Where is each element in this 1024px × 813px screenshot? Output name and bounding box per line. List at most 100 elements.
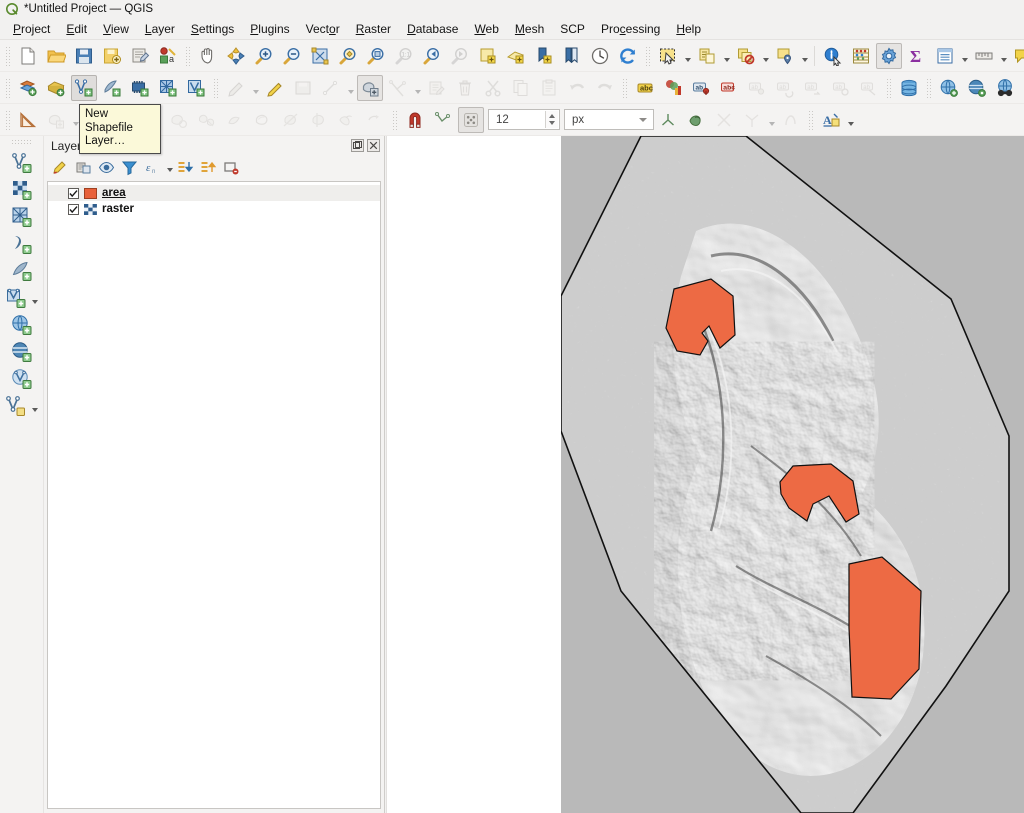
- filter-expression-dropdown-caret[interactable]: [165, 157, 175, 178]
- pan-map-button[interactable]: [195, 43, 221, 69]
- layer-tree-item-area[interactable]: area: [48, 185, 380, 201]
- cut-features-button[interactable]: [480, 75, 506, 101]
- delete-part-button[interactable]: [194, 107, 220, 133]
- select-features-button[interactable]: [655, 43, 681, 69]
- redo-button[interactable]: [592, 75, 618, 101]
- globe-add-button[interactable]: [936, 75, 962, 101]
- add-wcs-layer-button[interactable]: [8, 339, 35, 365]
- database-manager-button[interactable]: [896, 75, 922, 101]
- globe-green-button[interactable]: [964, 75, 990, 101]
- zoom-native-button[interactable]: 1:1: [391, 43, 417, 69]
- menu-view[interactable]: View: [95, 20, 137, 38]
- label-abc-button[interactable]: abc: [632, 75, 658, 101]
- deselect-features-button[interactable]: [733, 43, 759, 69]
- modify-attributes-button[interactable]: [424, 75, 450, 101]
- toolbar-drag-handle-2[interactable]: [184, 44, 192, 67]
- menu-help[interactable]: Help: [668, 20, 709, 38]
- layer-tree[interactable]: area raster: [47, 181, 381, 809]
- refresh-button[interactable]: [615, 43, 641, 69]
- toolbar-drag-handle-6[interactable]: [621, 76, 629, 99]
- menu-web[interactable]: Web: [466, 20, 506, 38]
- enable-snapping-button[interactable]: [402, 107, 428, 133]
- rotate-feature-button[interactable]: [362, 107, 388, 133]
- menu-vector[interactable]: Vector: [298, 20, 348, 38]
- show-hide-label-button[interactable]: abc: [716, 75, 742, 101]
- paste-features-button[interactable]: [536, 75, 562, 101]
- measure-dropdown-caret[interactable]: [998, 43, 1009, 69]
- undo-button[interactable]: [564, 75, 590, 101]
- intersection-snapping-button[interactable]: [711, 107, 737, 133]
- layer-visibility-checkbox[interactable]: [68, 203, 79, 215]
- zoom-out-button[interactable]: [279, 43, 305, 69]
- menu-layer[interactable]: Layer: [137, 20, 183, 38]
- manage-map-themes-button[interactable]: [96, 157, 117, 178]
- toolbar-drag-handle-7[interactable]: [885, 76, 893, 99]
- zoom-in-button[interactable]: [251, 43, 277, 69]
- snap-units-select[interactable]: px: [564, 109, 654, 130]
- toolbar-drag-handle-5[interactable]: [212, 76, 220, 99]
- save-layer-edits-button[interactable]: [290, 75, 316, 101]
- menu-raster[interactable]: Raster: [348, 20, 399, 38]
- menu-edit[interactable]: Edit: [58, 20, 95, 38]
- field-calculator-button[interactable]: Σ: [904, 43, 930, 69]
- zoom-to-layer-button[interactable]: [363, 43, 389, 69]
- annotation-text-button[interactable]: A: [818, 107, 844, 133]
- pin-label-button[interactable]: ab: [688, 75, 714, 101]
- label-properties-button[interactable]: ab: [828, 75, 854, 101]
- add-spatialite-layer-button[interactable]: [8, 258, 35, 284]
- layer-tree-item-raster[interactable]: raster: [48, 201, 380, 217]
- new-mesh-layer-button[interactable]: [155, 75, 181, 101]
- current-edits-button[interactable]: [223, 75, 249, 101]
- menu-mesh[interactable]: Mesh: [507, 20, 552, 38]
- snapping-mode-button[interactable]: [430, 107, 456, 133]
- menu-processing[interactable]: Processing: [593, 20, 668, 38]
- globe-binoculars-button[interactable]: [992, 75, 1018, 101]
- layer-visibility-checkbox[interactable]: [68, 187, 79, 199]
- temporal-controller-button[interactable]: [587, 43, 613, 69]
- style-manager-button[interactable]: a: [155, 43, 181, 69]
- avoid-overlap-button[interactable]: [683, 107, 709, 133]
- zoom-full-button[interactable]: [307, 43, 333, 69]
- new-project-button[interactable]: [15, 43, 41, 69]
- vertex-tool-dropdown-caret[interactable]: [412, 75, 423, 101]
- menu-scp[interactable]: SCP: [552, 20, 593, 38]
- new-spatialite-layer-button[interactable]: [99, 75, 125, 101]
- current-edits-dropdown-caret[interactable]: [250, 75, 261, 101]
- reshape-features-button[interactable]: [222, 107, 248, 133]
- rotate-label-button[interactable]: ab: [772, 75, 798, 101]
- layer-name-area[interactable]: area: [102, 187, 126, 199]
- add-vector-layer-button[interactable]: [43, 75, 69, 101]
- add-postgis-layer-button[interactable]: [3, 285, 30, 311]
- trace-button[interactable]: [778, 107, 804, 133]
- change-label-button[interactable]: ab: [800, 75, 826, 101]
- show-bookmarks-button[interactable]: [559, 43, 585, 69]
- toolbar-drag-handle-3[interactable]: [644, 44, 652, 67]
- toolbar-drag-handle-10[interactable]: [391, 108, 399, 131]
- new-3d-map-view-button[interactable]: [503, 43, 529, 69]
- filter-funnel-button[interactable]: [119, 157, 140, 178]
- add-circular-string-button[interactable]: [43, 107, 69, 133]
- vertex-tool-button[interactable]: [385, 75, 411, 101]
- new-print-layout-button[interactable]: [127, 43, 153, 69]
- topological-editing-button[interactable]: [655, 107, 681, 133]
- measure-line-button[interactable]: [971, 43, 997, 69]
- add-feature-dropdown-caret[interactable]: [345, 75, 356, 101]
- add-postgis-dropdown-caret[interactable]: [30, 285, 41, 311]
- self-snapping-dropdown-caret[interactable]: [766, 107, 777, 133]
- menu-plugins[interactable]: Plugins: [242, 20, 297, 38]
- attribute-table-dropdown-caret[interactable]: [959, 43, 970, 69]
- menu-database[interactable]: Database: [399, 20, 466, 38]
- select-by-location-button[interactable]: [772, 43, 798, 69]
- add-wms-wmts-layer-button[interactable]: [8, 312, 35, 338]
- select-by-value-button[interactable]: [694, 43, 720, 69]
- zoom-to-selection-button[interactable]: [335, 43, 361, 69]
- remove-layer-button[interactable]: [221, 157, 242, 178]
- merge-features-button[interactable]: [334, 107, 360, 133]
- statistics-abacus-button[interactable]: [848, 43, 874, 69]
- toolbar-drag-handle-9[interactable]: [4, 108, 12, 131]
- save-project-as-button[interactable]: [99, 43, 125, 69]
- new-virtual-layer-button[interactable]: [183, 75, 209, 101]
- select-features-dropdown-caret[interactable]: [682, 43, 693, 69]
- filter-expression-button[interactable]: εn: [142, 157, 163, 178]
- toggle-editing-button[interactable]: [262, 75, 288, 101]
